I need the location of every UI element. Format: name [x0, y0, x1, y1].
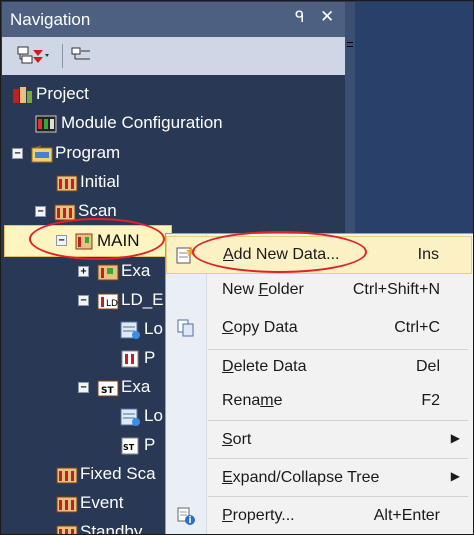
menu-item-expand-collapse-tree[interactable]: Expand/Collapse Tree ▶ — [166, 460, 472, 496]
menu-label: Property... — [222, 507, 295, 524]
tree-item-initial[interactable]: Initial — [56, 168, 120, 196]
collapse-tree-icon — [17, 46, 49, 64]
submenu-arrow-icon: ▶ — [450, 469, 460, 483]
tree-item-exa-1[interactable]: + Exa — [78, 257, 150, 285]
menu-label: Expand/Collapse Tree — [222, 469, 380, 486]
menu-item-property[interactable]: Property... Alt+Enter — [166, 498, 472, 534]
menu-item-rename[interactable]: Rename F2 — [166, 383, 472, 419]
menu-label: New Folder — [222, 281, 304, 298]
copy-icon — [176, 318, 196, 343]
menu-shortcut: F2 — [421, 392, 440, 409]
collapse-icon[interactable]: − — [12, 147, 23, 159]
menu-item-delete-data[interactable]: Delete Data Del — [166, 349, 472, 385]
folder-program-icon — [56, 494, 78, 513]
tree-label: Initial — [80, 172, 120, 191]
folder-program-icon — [56, 465, 78, 484]
tree-label: Standby — [80, 522, 143, 535]
folder-program-icon — [56, 523, 78, 534]
submenu-arrow-icon: ▶ — [450, 431, 460, 445]
tree-label: Exa — [121, 377, 151, 396]
folder-program-icon — [56, 173, 78, 192]
tree-item-event[interactable]: Event — [56, 489, 123, 517]
tree-item-ld-e[interactable]: − LD LD_E — [78, 286, 164, 314]
menu-shortcut: Ctrl+C — [394, 319, 440, 336]
program-body-icon — [120, 349, 139, 368]
menu-separator — [208, 458, 468, 459]
menu-shortcut: Del — [415, 358, 440, 375]
svg-text:ST: ST — [101, 386, 114, 396]
tree-label: Fixed Sca — [80, 464, 156, 483]
st-body-icon: ST — [120, 436, 139, 455]
local-label-icon — [120, 320, 140, 339]
tree-label: P — [144, 348, 156, 367]
tree-item-module-configuration[interactable]: Module Configuration — [35, 109, 223, 137]
tree-label: P — [144, 435, 156, 454]
tree-label: Exa — [121, 261, 151, 280]
program-icon — [31, 144, 53, 163]
menu-label: Delete Data — [222, 358, 307, 375]
tree-label: Event — [80, 493, 124, 512]
tree-item-p-1[interactable]: P — [120, 344, 155, 372]
tree-label: Program — [55, 143, 121, 162]
tree-item-lo-1[interactable]: Lo — [120, 315, 163, 343]
tree-label: LD_E — [121, 290, 164, 309]
tree-item-exa-2[interactable]: − ST Exa — [78, 373, 150, 401]
menu-item-new-folder[interactable]: New Folder Ctrl+Shift+N — [166, 272, 472, 308]
expand-icon[interactable]: + — [78, 265, 89, 277]
menu-separator — [208, 496, 468, 497]
module-configuration-icon — [35, 114, 57, 133]
ladder-program-icon: LD — [97, 291, 119, 310]
menu-shortcut: Alt+Enter — [373, 507, 440, 524]
window-frame: Navigation ᑫ ✕ Project Module Configurat… — [0, 0, 474, 535]
folder-program-icon — [54, 202, 76, 221]
navigation-toolbar — [2, 37, 345, 75]
tree-item-program[interactable]: − Program — [12, 139, 120, 167]
collapse-icon[interactable]: − — [78, 381, 89, 393]
tree-item-project[interactable]: Project — [12, 80, 89, 108]
menu-item-sort[interactable]: Sort ▶ — [166, 422, 472, 458]
panel-titlebar: Navigation ᑫ ✕ — [2, 2, 345, 37]
tree-item-lo-2[interactable]: Lo — [120, 402, 163, 430]
tree-label: Project — [36, 84, 89, 103]
st-program-icon: ST — [97, 378, 119, 397]
tree-item-standby[interactable]: Standby — [56, 518, 143, 535]
toolbar-separator — [62, 44, 63, 68]
annotation-circle-main — [29, 218, 165, 260]
expand-tree-icon — [71, 47, 90, 60]
panel-title: Navigation — [10, 10, 91, 29]
context-menu: Add New Data... Ins New Folder Ctrl+Shif… — [165, 233, 473, 534]
annotation-circle-add-new-data — [192, 231, 367, 273]
menu-label: Rename — [222, 392, 283, 409]
collapse-icon[interactable]: − — [35, 205, 46, 217]
tree-label: Module Configuration — [61, 113, 223, 132]
splitter-grip — [347, 46, 353, 47]
local-label-icon — [120, 407, 140, 426]
menu-label: Sort — [222, 431, 252, 448]
splitter-grip — [347, 42, 353, 43]
collapse-tree-button[interactable] — [14, 43, 52, 67]
menu-shortcut: Ins — [417, 246, 439, 263]
menu-separator — [208, 420, 468, 421]
menu-shortcut: Ctrl+Shift+N — [352, 281, 440, 298]
svg-text:ST: ST — [123, 443, 135, 452]
project-icon — [12, 85, 32, 103]
menu-label: Copy Data — [222, 319, 298, 336]
tree-item-p-2[interactable]: ST P — [120, 431, 155, 459]
close-icon[interactable]: ✕ — [320, 7, 334, 27]
menu-item-copy-data[interactable]: Copy Data Ctrl+C — [166, 310, 472, 346]
tree-label: Lo — [144, 406, 163, 425]
tree-label: Lo — [144, 319, 163, 338]
program-block-icon — [97, 262, 119, 281]
svg-text:LD: LD — [106, 299, 118, 309]
property-icon — [176, 506, 196, 531]
tree-item-fixed-scan[interactable]: Fixed Sca — [56, 460, 156, 488]
collapse-icon[interactable]: − — [78, 294, 89, 306]
pin-icon[interactable]: ᑫ — [295, 8, 304, 26]
expand-tree-button[interactable] — [68, 43, 96, 67]
